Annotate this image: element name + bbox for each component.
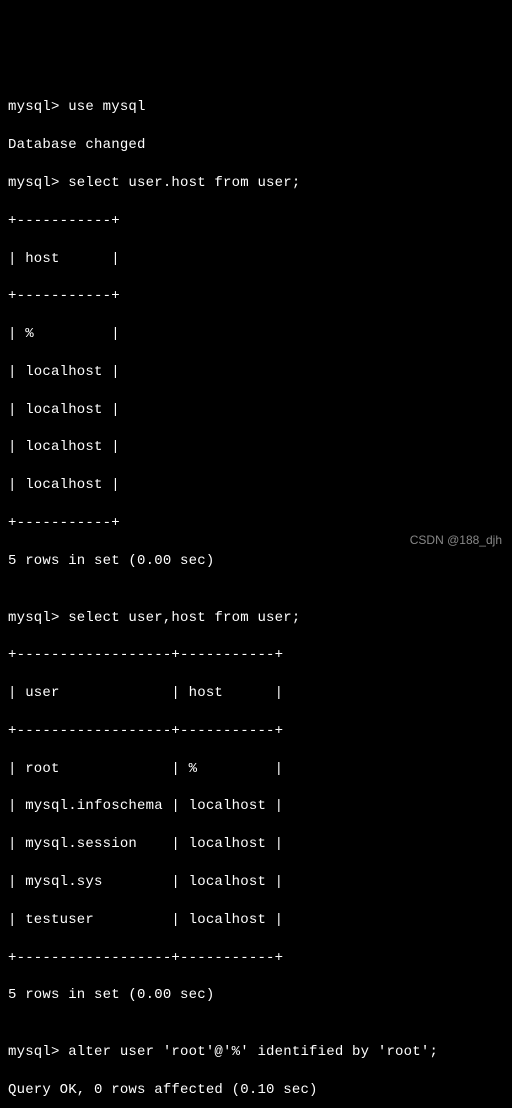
result-summary: Query OK, 0 rows affected (0.10 sec) [8,1081,504,1100]
prompt-line: mysql> alter user 'root'@'%' identified … [8,1043,504,1062]
result-summary: 5 rows in set (0.00 sec) [8,552,504,571]
table-row: | mysql.sys | localhost | [8,873,504,892]
table-row: | % | [8,325,504,344]
table-row: | root | % | [8,760,504,779]
table-border: +-----------+ [8,514,504,533]
prompt-line: mysql> use mysql [8,98,504,117]
table-border: +------------------+-----------+ [8,722,504,741]
table-header: | user | host | [8,684,504,703]
table-border: +-----------+ [8,212,504,231]
output-line: Database changed [8,136,504,155]
table-border: +------------------+-----------+ [8,646,504,665]
table-header: | host | [8,250,504,269]
table-row: | localhost | [8,438,504,457]
terminal-output[interactable]: mysql> use mysql Database changed mysql>… [8,80,504,1108]
prompt-line: mysql> select user,host from user; [8,609,504,628]
result-summary: 5 rows in set (0.00 sec) [8,986,504,1005]
watermark-text: CSDN @188_djh [410,532,502,548]
table-row: | localhost | [8,363,504,382]
table-row: | mysql.infoschema | localhost | [8,797,504,816]
table-border: +------------------+-----------+ [8,949,504,968]
table-row: | localhost | [8,476,504,495]
prompt-line: mysql> select user.host from user; [8,174,504,193]
table-row: | testuser | localhost | [8,911,504,930]
table-row: | mysql.session | localhost | [8,835,504,854]
table-row: | localhost | [8,401,504,420]
table-border: +-----------+ [8,287,504,306]
